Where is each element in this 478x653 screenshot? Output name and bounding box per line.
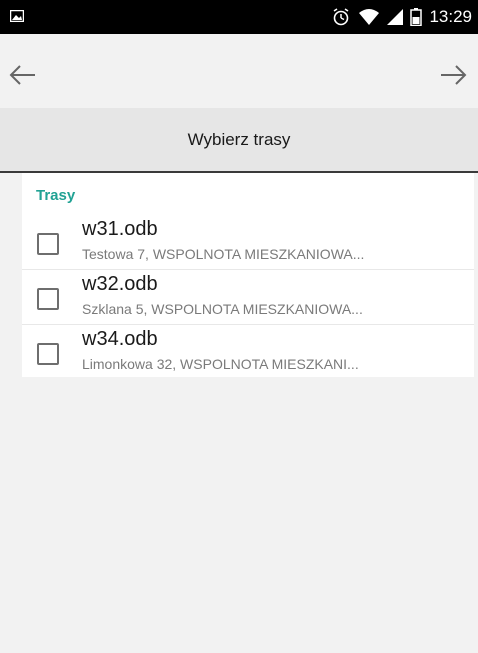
section-header: Trasy xyxy=(22,173,474,215)
arrow-left-icon[interactable] xyxy=(8,62,38,88)
alarm-clock-icon xyxy=(331,7,351,27)
toolbar xyxy=(0,34,478,108)
page-header: Wybierz trasy xyxy=(0,108,478,173)
route-description: Szklana 5, WSPOLNOTA MIESZKANIOWA... xyxy=(82,301,363,317)
section-label: Trasy xyxy=(36,187,76,204)
status-icons: 13:29 xyxy=(331,0,472,34)
battery-icon xyxy=(410,8,423,26)
route-item[interactable]: w31.odb Testowa 7, WSPOLNOTA MIESZKANIOW… xyxy=(22,215,474,270)
signal-icon xyxy=(387,9,404,25)
route-name: w32.odb xyxy=(82,273,158,295)
route-item[interactable]: w32.odb Szklana 5, WSPOLNOTA MIESZKANIOW… xyxy=(22,270,474,325)
route-name: w34.odb xyxy=(82,328,158,350)
status-bar: 13:29 xyxy=(0,0,478,34)
route-name: w31.odb xyxy=(82,218,158,240)
route-checkbox[interactable] xyxy=(37,288,59,310)
image-icon xyxy=(9,9,25,23)
page-title: Wybierz trasy xyxy=(187,129,291,149)
route-checkbox[interactable] xyxy=(37,233,59,255)
route-list: Trasy w31.odb Testowa 7, WSPOLNOTA MIESZ… xyxy=(22,173,474,377)
status-time: 13:29 xyxy=(429,7,472,26)
route-item[interactable]: w34.odb Limonkowa 32, WSPOLNOTA MIESZKAN… xyxy=(22,325,474,377)
route-description: Testowa 7, WSPOLNOTA MIESZKANIOWA... xyxy=(82,246,365,262)
arrow-right-icon[interactable] xyxy=(438,62,468,88)
route-checkbox[interactable] xyxy=(37,343,59,365)
route-description: Limonkowa 32, WSPOLNOTA MIESZKANI... xyxy=(82,356,359,372)
wifi-icon xyxy=(358,8,380,26)
